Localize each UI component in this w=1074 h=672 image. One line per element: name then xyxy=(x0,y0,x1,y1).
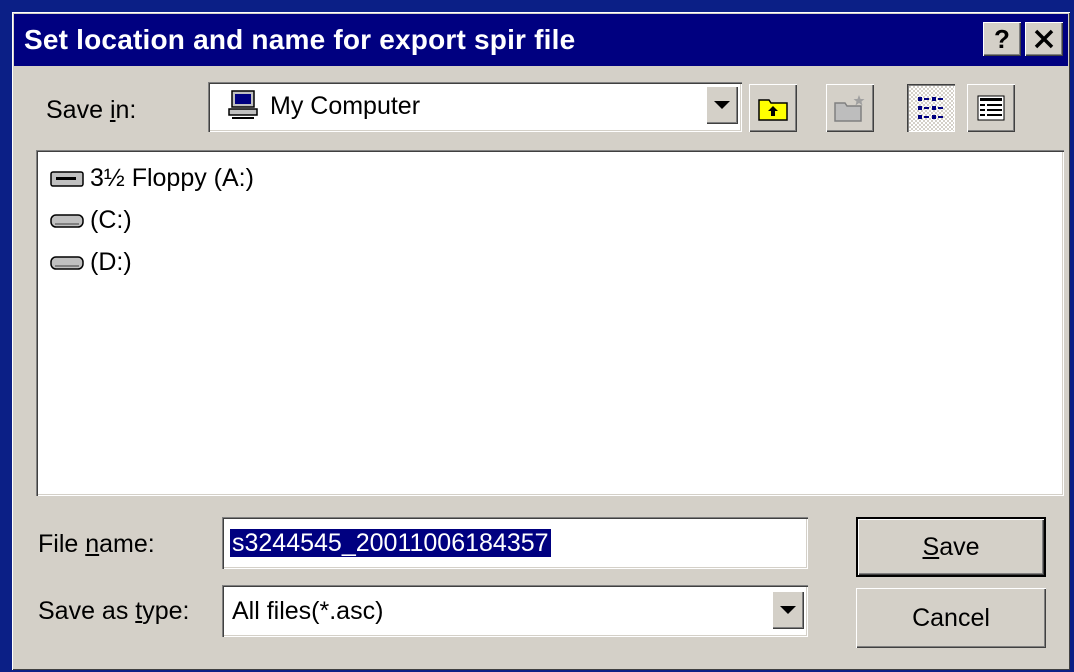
list-item-label: (C:) xyxy=(90,206,132,234)
cancel-button[interactable]: Cancel xyxy=(856,588,1046,648)
save-as-type-value: All files(*.asc) xyxy=(232,597,384,625)
save-button[interactable]: Save xyxy=(856,517,1046,577)
help-button[interactable]: ? xyxy=(983,22,1021,56)
list-item[interactable]: (C:) xyxy=(50,206,132,235)
file-list[interactable]: 3½ Floppy (A:) (C:) (D:) xyxy=(36,150,1064,496)
computer-icon xyxy=(228,90,258,119)
save-in-value: My Computer xyxy=(270,92,421,120)
list-view-button[interactable] xyxy=(907,84,955,132)
save-as-type-label: Save as type: xyxy=(38,597,190,625)
chevron-down-icon xyxy=(780,606,796,614)
new-folder-icon xyxy=(834,95,865,122)
file-name-label: File name: xyxy=(38,530,155,558)
up-one-level-button[interactable] xyxy=(749,84,797,132)
floppy-drive-icon xyxy=(50,170,84,187)
chevron-down-icon xyxy=(714,101,730,109)
save-as-type-combobox[interactable]: All files(*.asc) xyxy=(222,585,808,637)
save-as-type-dropdown-button[interactable] xyxy=(772,591,804,629)
new-folder-button[interactable] xyxy=(826,84,874,132)
save-in-label: Save in: xyxy=(46,96,137,124)
hard-drive-icon xyxy=(50,255,84,270)
list-item-label: 3½ Floppy (A:) xyxy=(90,164,254,192)
file-name-input[interactable]: s3244545_20011006184357 xyxy=(222,517,808,569)
close-button[interactable] xyxy=(1025,22,1063,56)
save-in-dropdown-button[interactable] xyxy=(706,86,738,124)
details-view-icon xyxy=(977,95,1005,121)
folder-up-icon xyxy=(758,99,788,121)
save-in-combobox[interactable]: My Computer xyxy=(208,82,742,132)
title-bar[interactable]: Set location and name for export spir fi… xyxy=(14,14,1068,66)
list-item-label: (D:) xyxy=(90,248,132,276)
window-title: Set location and name for export spir fi… xyxy=(24,24,576,55)
list-item[interactable]: (D:) xyxy=(50,248,132,277)
list-view-icon xyxy=(918,97,943,119)
details-view-button[interactable] xyxy=(967,84,1015,132)
close-icon xyxy=(1034,29,1054,49)
list-item[interactable]: 3½ Floppy (A:) xyxy=(50,164,254,193)
save-dialog: Set location and name for export spir fi… xyxy=(12,12,1070,670)
file-name-value: s3244545_20011006184357 xyxy=(230,529,551,557)
hard-drive-icon xyxy=(50,213,84,228)
